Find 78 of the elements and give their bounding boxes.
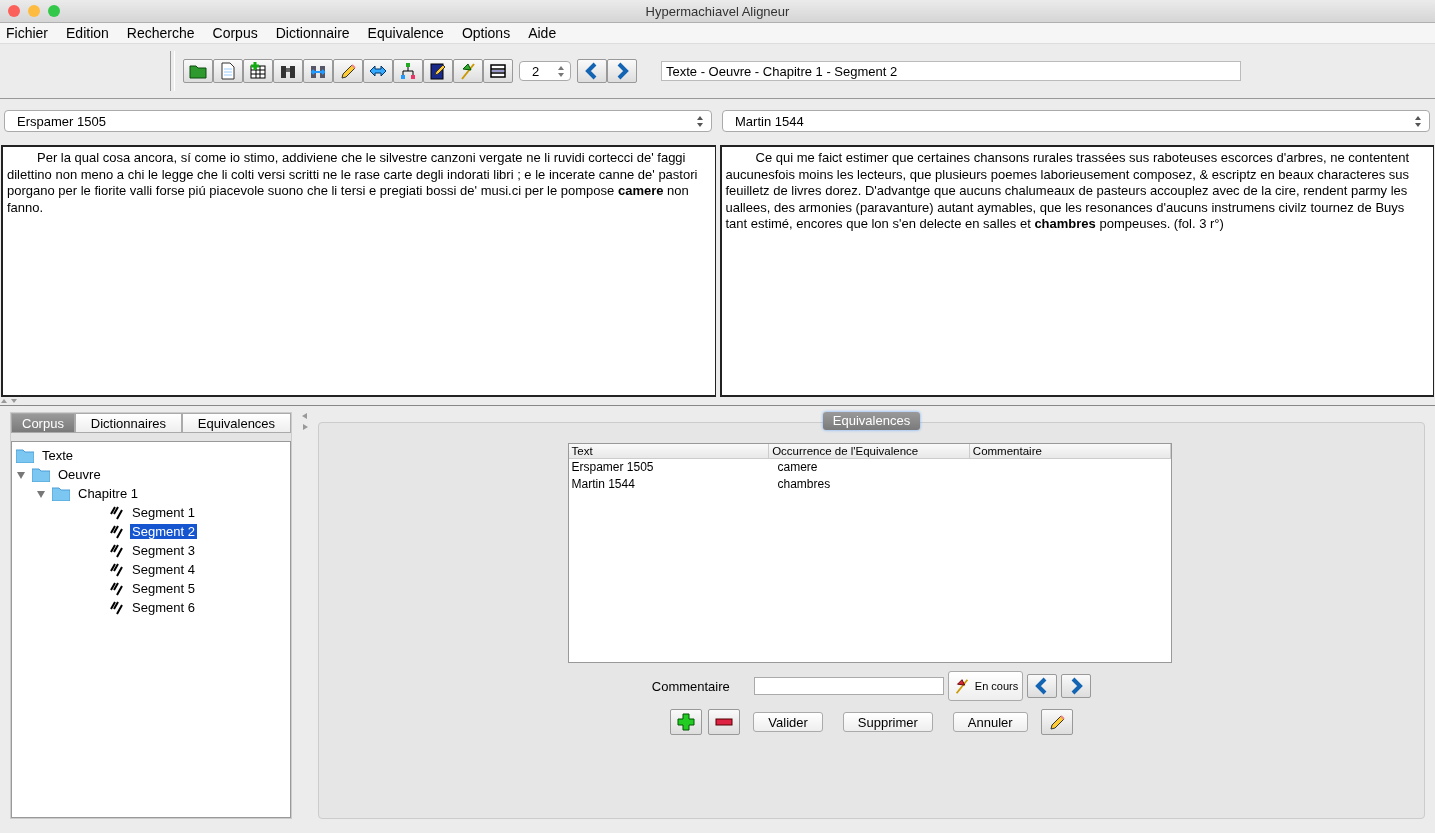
tree-item[interactable]: Chapitre 1 xyxy=(76,486,140,501)
comment-field[interactable] xyxy=(753,677,944,695)
toolbar-button[interactable] xyxy=(273,59,303,83)
column-header[interactable]: Occurrence de l'Equivalence xyxy=(769,444,970,458)
tab[interactable]: Equivalences xyxy=(181,413,291,433)
toolbar-button[interactable] xyxy=(423,59,453,83)
tree-item[interactable]: Texte xyxy=(40,448,76,463)
source-dropdown[interactable]: Erspamer 1505 xyxy=(4,110,712,132)
folder-icon xyxy=(52,486,70,501)
tree-item[interactable]: Segment 5 xyxy=(130,581,197,596)
table-cell-text: chambres xyxy=(776,476,832,493)
stepper-icon xyxy=(558,65,564,77)
menu-item[interactable]: Aide xyxy=(528,25,557,41)
remove-button[interactable] xyxy=(708,709,741,735)
menu-item[interactable]: Recherche xyxy=(126,25,195,41)
text-paragraph: Per la qual cosa ancora, sí come io stimo, addiviene che le silvestre canzoni vergate ne li ruvidi cortecci de' faggi dilettino non meno a chi le legge che li colti versi scritti ne le rase carte degli indorati libri ; e le incerate canne de' pastori porgano per le fiorite valli forse piú piacevole suono che li tersi e pregiati bossi de' musi.ci per le pompose camere non fanno. xyxy=(7,150,699,216)
disclosure-triangle-icon[interactable] xyxy=(36,488,46,499)
spinner-value: 2 xyxy=(532,63,540,79)
tree-item[interactable]: Segment 6 xyxy=(130,600,197,615)
book-pencil-icon xyxy=(428,61,448,81)
double-slash-icon xyxy=(110,562,124,577)
hierarchy-icon xyxy=(398,61,418,81)
menu-item[interactable]: Options xyxy=(461,25,511,41)
tree-item[interactable]: Segment 1 xyxy=(130,505,197,520)
comment-label: Commentaire xyxy=(651,678,730,694)
table-cell-text: Erspamer 1505 xyxy=(570,459,655,476)
plus-icon xyxy=(676,712,697,732)
double-slash-icon xyxy=(110,505,124,520)
double-slash-icon xyxy=(110,581,124,596)
source-dropdown[interactable]: Martin 1544 xyxy=(722,110,1430,132)
next-button[interactable] xyxy=(1061,674,1092,698)
stepper-icon xyxy=(1415,115,1421,127)
tree-item[interactable]: Segment 2 xyxy=(130,524,197,539)
menu-item[interactable]: Corpus xyxy=(212,25,258,41)
segment-spinner[interactable]: 2 xyxy=(519,61,571,81)
grid-icon xyxy=(248,61,268,81)
menu-item[interactable]: Dictionnaire xyxy=(275,25,350,41)
panel-title: Equivalences xyxy=(822,412,921,430)
flag-icon xyxy=(458,61,478,81)
next-button[interactable] xyxy=(607,59,637,83)
window-title: Hypermachiavel Aligneur xyxy=(645,3,790,19)
folder-icon xyxy=(16,448,34,463)
toolbar-button[interactable] xyxy=(333,59,363,83)
menu-item[interactable]: Edition xyxy=(66,25,109,41)
toolbar-button[interactable] xyxy=(303,59,333,83)
table-cell-text: Martin 1544 xyxy=(570,476,636,493)
previous-button[interactable] xyxy=(577,59,607,83)
disclosure-triangle-icon[interactable] xyxy=(16,469,26,480)
double-slash-icon xyxy=(110,543,124,558)
text-paragraph: Ce qui me faict estimer que certaines chansons rurales trassées sus raboteuses escorces d'arbres, ne contentent aucunesfois moins les lecteurs, que plusieurs poemes laborieusement composez, & escriptz en beaux characteres sus feuilletz de livres dorez. D'advantge que aucuns chalumeaux de pasteurs accouplez avec de la cire, rendent parmy les uallees, des armonies (paravanture) autant aymables, que les resonances d'aucuns instrumens civilz tournez de Buys tant estimé, encores que lon s'en delecte en salles et chambres pompeuses. (fol. 3 r°) xyxy=(725,150,1411,233)
tab[interactable]: Corpus xyxy=(11,413,75,433)
double-slash-icon xyxy=(110,600,124,615)
folder-icon xyxy=(32,467,50,482)
tree-item[interactable]: Oeuvre xyxy=(56,467,103,482)
action-button[interactable]: Annuler xyxy=(952,712,1028,732)
stepper-icon xyxy=(697,115,703,127)
double-slash-icon xyxy=(110,524,124,539)
tree-item[interactable]: Segment 3 xyxy=(130,543,197,558)
panel-icon xyxy=(488,61,508,81)
pencil-icon xyxy=(338,61,358,81)
column-header[interactable]: Commentaire xyxy=(969,444,1171,458)
previous-button[interactable] xyxy=(1027,674,1058,698)
add-button[interactable] xyxy=(670,709,703,735)
tab[interactable]: Dictionnaires xyxy=(74,413,182,433)
tree-item[interactable]: Segment 4 xyxy=(130,562,197,577)
column-header[interactable]: Text xyxy=(568,444,770,458)
page-icon xyxy=(218,61,238,81)
menu-item[interactable]: Fichier xyxy=(6,25,48,41)
table-cell-text: camere xyxy=(776,459,819,476)
status-button[interactable]: En cours xyxy=(947,671,1024,701)
menu-item[interactable]: Equivalence xyxy=(367,25,444,41)
action-button[interactable]: Valider xyxy=(753,712,823,732)
edit-button[interactable] xyxy=(1040,709,1073,735)
toolbar-button[interactable] xyxy=(483,59,513,83)
action-button[interactable]: Supprimer xyxy=(842,712,933,732)
toolbar-button[interactable] xyxy=(243,59,273,83)
toolbar-button[interactable] xyxy=(363,59,393,83)
path-field[interactable]: Texte - Oeuvre - Chapitre 1 - Segment 2 xyxy=(661,61,1241,81)
